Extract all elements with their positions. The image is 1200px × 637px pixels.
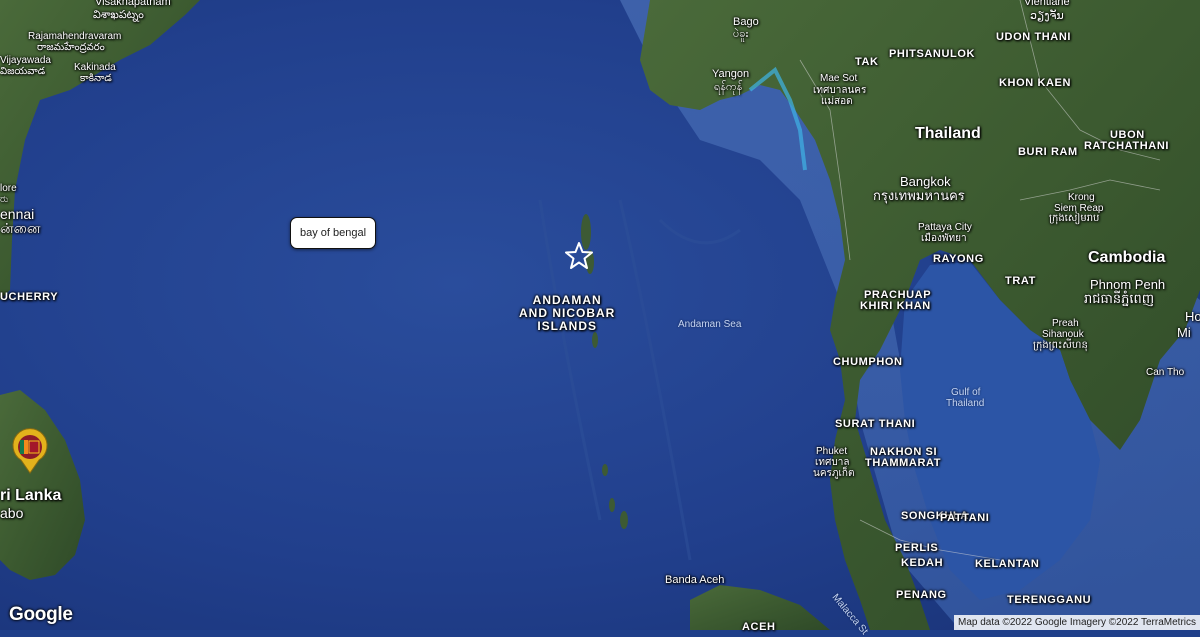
label-chumphon: CHUMPHON <box>833 356 903 368</box>
label-bago-my: ပဲခူး <box>733 28 749 40</box>
label-banda-aceh: Banda Aceh <box>665 574 725 586</box>
label-kakinada: Kakinada <box>74 62 116 73</box>
label-vientiane-lo: ວຽງຈັນ <box>1030 10 1064 22</box>
google-logo: Google <box>9 604 73 625</box>
label-rajahmundry: Rajamahendravaram <box>28 31 122 42</box>
label-rajahmundry-te: రాజమహేంద్రవరం <box>37 42 105 53</box>
label-gulf-thailand: Thailand <box>946 398 985 409</box>
label-trat: TRAT <box>1005 275 1036 287</box>
label-pattani: PATTANI <box>940 512 990 524</box>
label-mi-fragment: Mi <box>1177 325 1191 340</box>
label-colombo: abo <box>0 505 24 521</box>
label-kakinada-te: కాకినాడ <box>80 73 112 84</box>
map-attribution[interactable]: Map data ©2022 Google Imagery ©2022 Terr… <box>953 615 1200 630</box>
label-phuket-th1: เทศบาล <box>815 457 850 468</box>
label-surat-thani: SURAT THANI <box>835 418 916 430</box>
label-sihanouk-km: ក្រុងព្រះសីហនុ <box>1033 340 1088 351</box>
sri-lanka-flag-icon[interactable] <box>11 428 49 474</box>
label-khiri-khan: KHIRI KHAN <box>860 300 931 312</box>
label-phnom-penh-km: រាជធានីភ្នំពេញ <box>1084 291 1155 306</box>
label-gulf-of: Gulf of <box>951 387 981 398</box>
place-tooltip[interactable]: bay of bengal <box>290 217 377 249</box>
label-sri-lanka: ri Lanka <box>0 487 62 504</box>
label-mae-sot-th1: เทศบาลนคร <box>813 85 867 96</box>
label-visakhapatnam: Visakhapatnam <box>95 0 171 8</box>
label-pattaya-th: เมืองพัทยา <box>921 233 967 244</box>
label-krong: Krong <box>1068 192 1095 203</box>
label-kelantan: KELANTAN <box>975 558 1040 570</box>
label-perlis: PERLIS <box>895 542 939 554</box>
label-khon-kaen: KHON KAEN <box>999 77 1072 89</box>
label-cambodia: Cambodia <box>1088 249 1166 266</box>
label-bangalore-fragment-kn: ರು <box>0 194 9 205</box>
label-kedah: KEDAH <box>901 557 944 569</box>
label-yangon: Yangon <box>712 68 750 80</box>
label-puducherry: UCHERRY <box>0 291 59 303</box>
label-mae-sot: Mae Sot <box>820 73 858 84</box>
label-bangalore-fragment: lore <box>0 183 17 194</box>
label-andaman-line3: ISLANDS <box>537 319 597 334</box>
tooltip-text: bay of bengal <box>300 227 367 239</box>
label-bangkok-th: กรุงเทพมหานคร <box>873 188 965 203</box>
label-andaman-nicobar: ANDAMAN AND NICOBAR ISLANDS <box>519 293 615 334</box>
label-visakhapatnam-te: విశాఖపట్నం <box>93 9 144 21</box>
label-ratchathani: RATCHATHANI <box>1084 140 1170 152</box>
label-preah: Preah <box>1052 318 1079 329</box>
label-rayong: RAYONG <box>933 253 984 265</box>
label-tak: TAK <box>855 56 879 68</box>
label-udon-thani: UDON THANI <box>996 31 1072 43</box>
label-ho-fragment: Ho <box>1185 309 1200 324</box>
label-terengganu: TERENGGANU <box>1007 594 1092 606</box>
label-vientiane: Vientiane <box>1024 0 1070 8</box>
label-can-tho: Can Tho <box>1146 367 1185 378</box>
label-mae-sot-th2: แม่สอด <box>821 96 853 107</box>
label-phuket-th2: นครภูเก็ต <box>813 468 855 479</box>
label-andaman-sea: Andaman Sea <box>678 319 742 330</box>
label-buri-ram: BURI RAM <box>1018 146 1078 158</box>
label-aceh: ACEH <box>742 621 776 633</box>
label-pattaya: Pattaya City <box>918 222 972 233</box>
label-vijayawada-te: విజయవాడ <box>0 66 46 77</box>
label-sihanouk: Sihanouk <box>1042 329 1084 340</box>
label-thammarat: THAMMARAT <box>865 457 942 469</box>
label-vijayawada: Vijayawada <box>0 55 51 66</box>
label-phuket: Phuket <box>816 446 848 457</box>
label-siem-reap-km: ក្រុងសៀមរាប <box>1049 213 1100 224</box>
label-chennai-ta: ன்னை <box>0 220 41 236</box>
label-phitsanulok: PHITSANULOK <box>889 48 976 60</box>
label-thailand: Thailand <box>915 125 981 142</box>
label-bago: Bago <box>733 16 759 28</box>
label-yangon-my: ရန်ကုန် <box>714 81 743 93</box>
label-penang: PENANG <box>896 589 947 601</box>
star-icon[interactable] <box>564 241 594 271</box>
